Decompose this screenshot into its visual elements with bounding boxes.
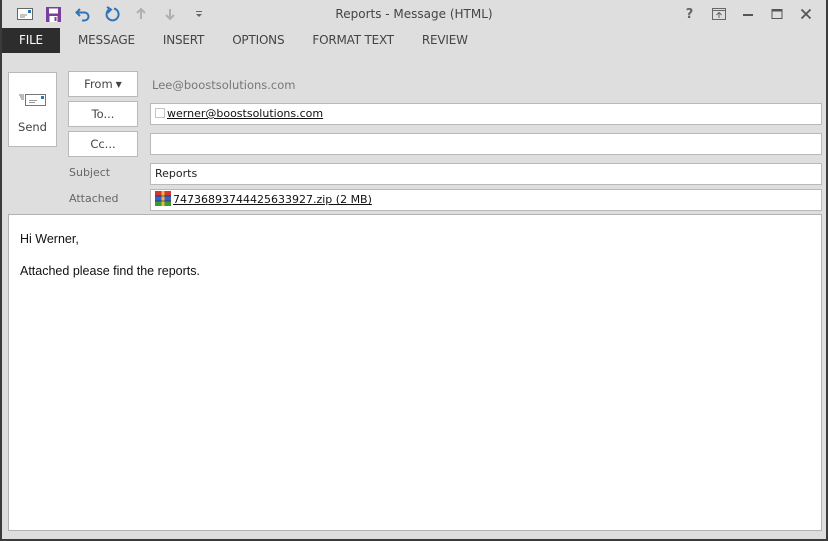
tab-format-text[interactable]: FORMAT TEXT xyxy=(298,28,408,53)
tab-review[interactable]: REVIEW xyxy=(408,28,482,53)
from-button[interactable]: From ▼ xyxy=(68,71,138,97)
body-line-text: Attached please find the reports. xyxy=(20,264,200,278)
help-icon[interactable]: ? xyxy=(675,4,704,24)
tab-message[interactable]: MESSAGE xyxy=(64,28,149,53)
to-recipient[interactable]: werner@boostsolutions.com xyxy=(167,107,323,120)
close-icon[interactable] xyxy=(791,4,820,24)
attached-field[interactable]: 747368937444256339​27.zip (2 MB) xyxy=(150,189,822,211)
tab-file[interactable]: FILE xyxy=(2,28,60,53)
tab-options[interactable]: OPTIONS xyxy=(218,28,298,53)
message-body[interactable]: Hi Werner, Attached please find the repo… xyxy=(8,214,822,531)
help-label: ? xyxy=(685,6,694,22)
send-label: Send xyxy=(18,120,47,134)
send-envelope-icon xyxy=(19,93,47,110)
ribbon-display-icon[interactable] xyxy=(704,4,733,24)
attached-label: Attached xyxy=(69,192,119,205)
from-value: Lee@boostsolutions.com xyxy=(152,78,296,92)
ribbon-tabs: FILE MESSAGE INSERT OPTIONS FORMAT TEXT … xyxy=(2,28,482,53)
outlook-message-window: Reports - Message (HTML) ? FILE MESSAGE … xyxy=(0,0,828,541)
attachment-link[interactable]: 747368937444256339​27.zip (2 MB) xyxy=(173,193,372,206)
subject-field[interactable]: Reports xyxy=(150,163,822,185)
subject-label: Subject xyxy=(69,166,111,179)
chevron-down-icon: ▼ xyxy=(115,80,122,89)
send-button[interactable]: Send xyxy=(8,72,57,147)
title-bar: Reports - Message (HTML) ? xyxy=(2,0,826,28)
window-controls: ? xyxy=(675,4,820,24)
cc-button[interactable]: Cc... xyxy=(68,131,138,157)
tab-insert[interactable]: INSERT xyxy=(149,28,218,53)
recipient-checkbox-icon xyxy=(155,108,165,118)
zip-archive-icon xyxy=(155,191,171,206)
maximize-icon[interactable] xyxy=(762,4,791,24)
from-label: From xyxy=(84,77,113,91)
minimize-icon[interactable] xyxy=(733,4,762,24)
to-field[interactable]: werner@boostsolutions.com xyxy=(150,103,822,125)
body-line-greeting: Hi Werner, xyxy=(20,232,79,246)
to-button[interactable]: To... xyxy=(68,101,138,127)
cc-field[interactable] xyxy=(150,133,822,155)
